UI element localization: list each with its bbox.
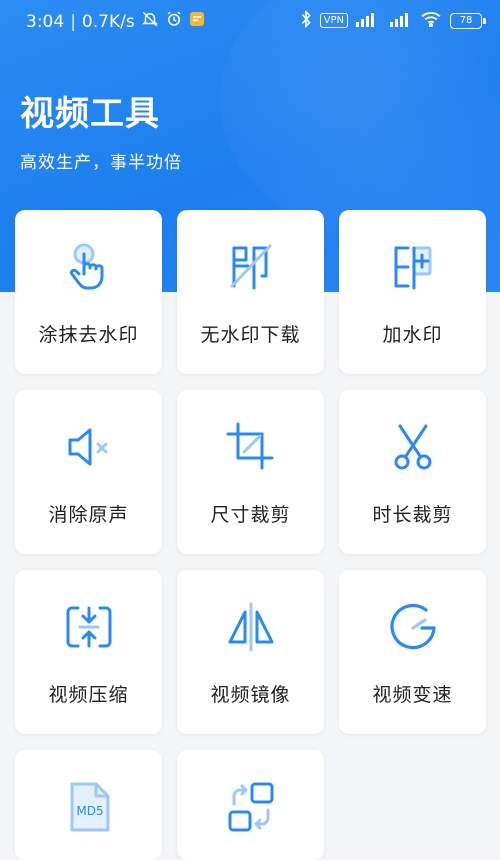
status-bar: 3:04 | 0.7K/s VPN 78 [0, 0, 500, 44]
tool-grid: 涂抹去水印 无水印下载 加水印 消除原声 尺寸裁剪 时长裁剪 视频压缩 视频镜像… [15, 210, 486, 860]
compress-icon [62, 600, 116, 654]
tool-card-add-watermark[interactable]: 加水印 [339, 210, 486, 374]
add-watermark-icon [386, 240, 440, 294]
page-subtitle: 高效生产，事半功倍 [20, 153, 182, 173]
tool-card-remove-audio[interactable]: 消除原声 [15, 390, 162, 554]
tool-label: 视频变速 [372, 684, 453, 706]
tool-card-video-compress[interactable]: 视频压缩 [15, 570, 162, 734]
md5-file-icon: MD5 [62, 780, 116, 834]
tool-card-md5[interactable]: MD5 [15, 750, 162, 860]
tap-hand-icon [62, 240, 116, 294]
battery-indicator: 78 [450, 12, 486, 29]
tool-label: 消除原声 [48, 504, 129, 526]
scissors-icon [386, 420, 440, 474]
tool-card-smear-remove-watermark[interactable]: 涂抹去水印 [15, 210, 162, 374]
tool-label: 涂抹去水印 [38, 324, 139, 346]
status-network-speed: 0.7K/s [81, 11, 135, 32]
mute-icon [62, 420, 116, 474]
page-title: 视频工具 [20, 94, 160, 134]
vpn-indicator: VPN [319, 13, 348, 28]
crop-icon [224, 420, 278, 474]
status-time: 3:04 [26, 11, 65, 32]
signal-icon [356, 11, 382, 30]
tool-card-no-watermark-download[interactable]: 无水印下载 [177, 210, 324, 374]
convert-icon [224, 780, 278, 834]
signal-2-icon [390, 11, 412, 30]
tool-label: 时长裁剪 [372, 504, 453, 526]
tool-label: 视频镜像 [210, 684, 291, 706]
tool-card-video-speed[interactable]: 视频变速 [339, 570, 486, 734]
mirror-icon [224, 600, 278, 654]
tool-card-convert[interactable] [177, 750, 324, 860]
bluetooth-icon [300, 9, 312, 31]
tool-card-size-crop[interactable]: 尺寸裁剪 [177, 390, 324, 554]
message-app-icon [189, 11, 205, 32]
wifi-icon [420, 11, 442, 30]
tool-label: 加水印 [382, 324, 443, 346]
tool-label: 尺寸裁剪 [210, 504, 291, 526]
tool-card-video-mirror[interactable]: 视频镜像 [177, 570, 324, 734]
no-watermark-icon [224, 240, 278, 294]
status-separator: | [70, 11, 76, 32]
speed-gauge-icon [386, 600, 440, 654]
tool-label: 无水印下载 [200, 324, 301, 346]
tool-card-duration-trim[interactable]: 时长裁剪 [339, 390, 486, 554]
tool-label: 视频压缩 [48, 684, 129, 706]
bell-muted-icon [141, 10, 159, 33]
svg-text:MD5: MD5 [76, 804, 103, 818]
alarm-icon [165, 10, 183, 33]
